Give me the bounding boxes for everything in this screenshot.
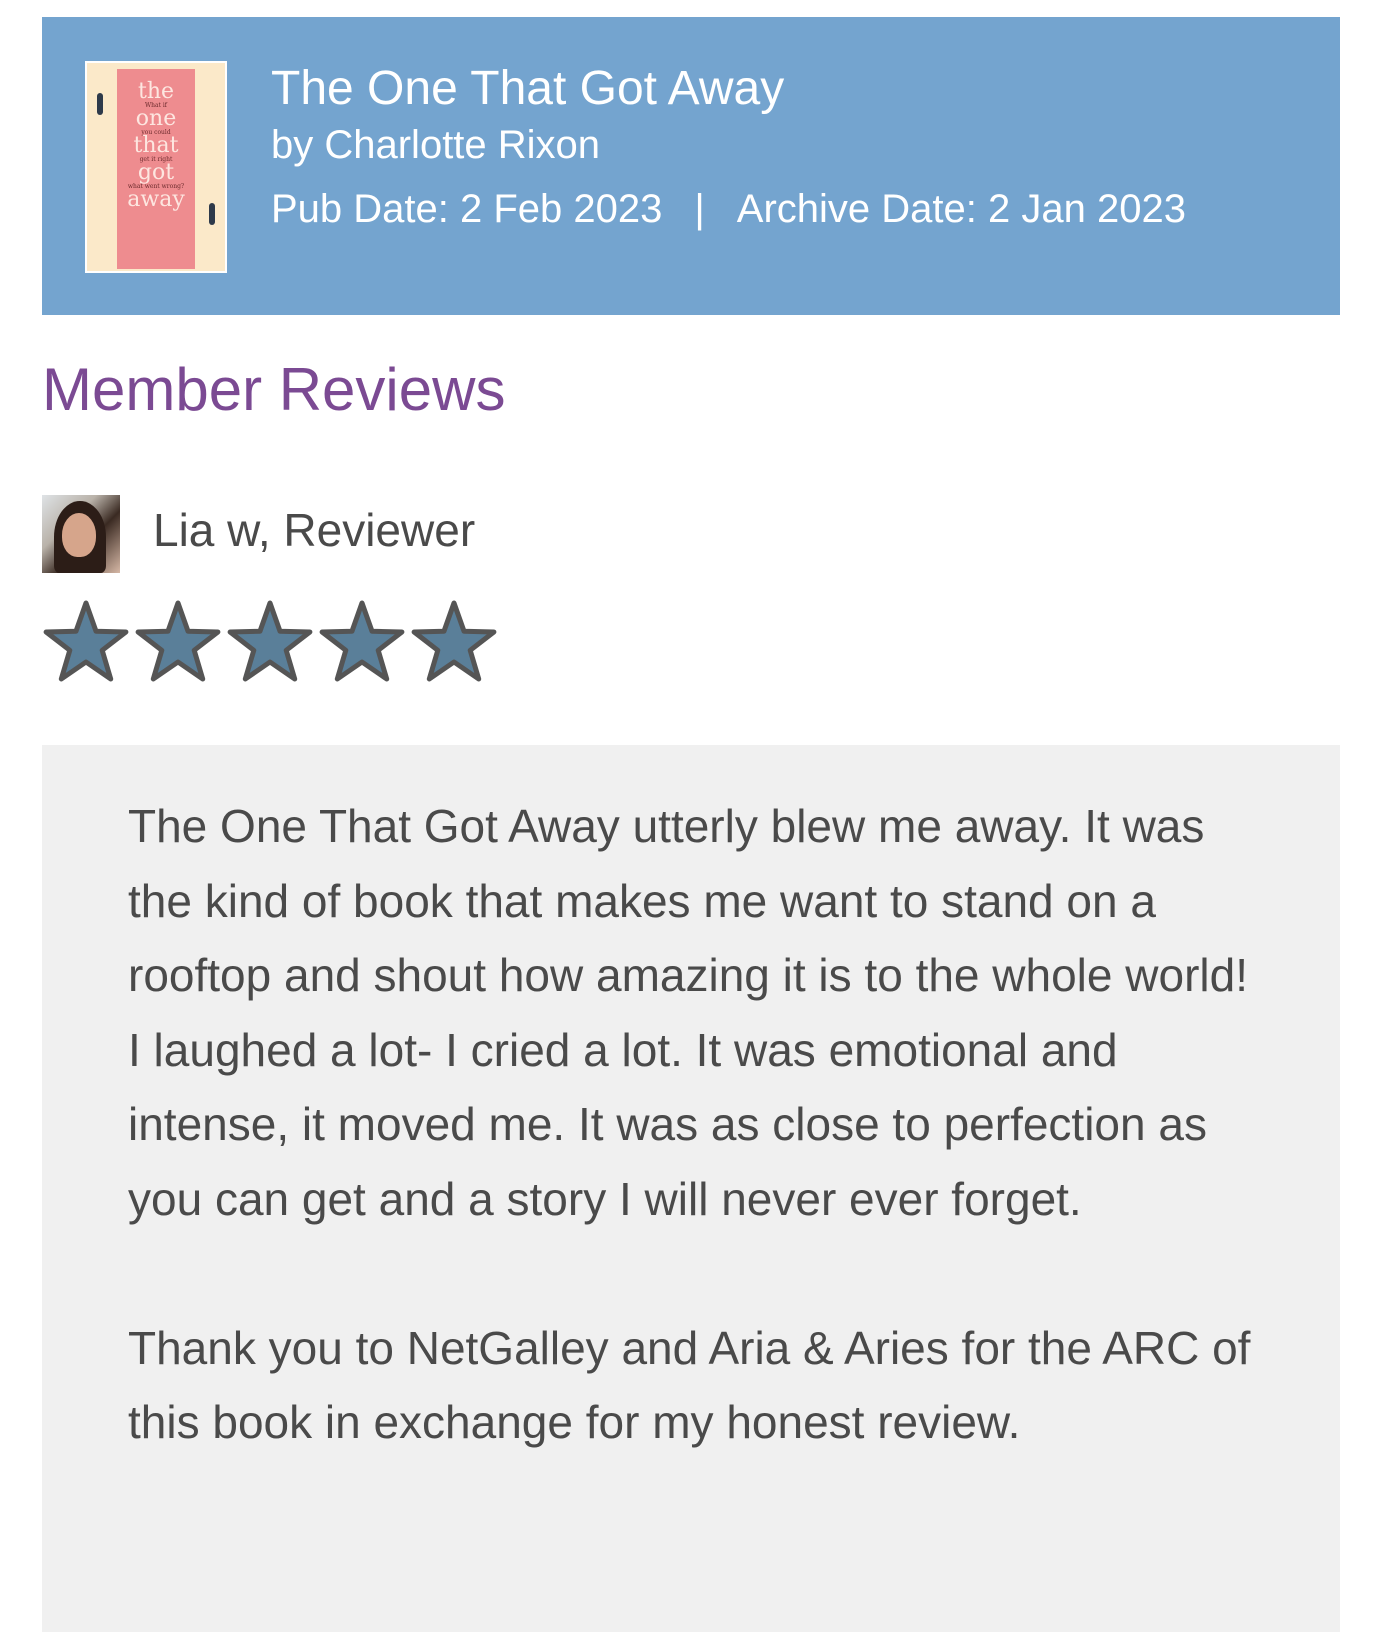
date-separator: | <box>694 187 705 231</box>
book-author: by Charlotte Rixon <box>271 123 601 167</box>
book-title[interactable]: The One That Got Away <box>271 61 784 116</box>
book-header: the What if one you could that get it ri… <box>42 17 1340 315</box>
star-shape <box>135 600 221 682</box>
star-icon <box>224 597 316 687</box>
pub-date: Pub Date: 2 Feb 2023 <box>271 187 663 231</box>
reviewer-name[interactable]: Lia w, Reviewer <box>153 503 475 557</box>
review-text: The One That Got Away utterly blew me aw… <box>128 789 1258 1460</box>
cover-figure-icon <box>97 93 103 115</box>
reviewer-avatar[interactable] <box>42 495 120 573</box>
book-cover-image[interactable]: the What if one you could that get it ri… <box>85 61 227 273</box>
star-shape <box>319 600 405 682</box>
star-icon <box>40 597 132 687</box>
cover-word: the <box>137 79 175 104</box>
page: the What if one you could that get it ri… <box>0 0 1382 1632</box>
review-box: The One That Got Away utterly blew me aw… <box>42 745 1340 1632</box>
avatar-face <box>62 513 96 557</box>
star-shape <box>43 600 129 682</box>
archive-date: Archive Date: 2 Jan 2023 <box>736 187 1186 231</box>
cover-figure-icon <box>209 203 215 225</box>
star-icon <box>316 597 408 687</box>
cover-strip: the What if one you could that get it ri… <box>117 69 195 269</box>
section-title: Member Reviews <box>42 356 506 423</box>
cover-word: got <box>137 160 175 185</box>
cover-word: away <box>127 187 185 212</box>
star-shape <box>227 600 313 682</box>
cover-word: one <box>135 106 177 131</box>
review-paragraph: The One That Got Away utterly blew me aw… <box>128 800 1248 1225</box>
star-rating <box>40 597 500 687</box>
star-icon <box>408 597 500 687</box>
cover-word: that <box>133 133 179 158</box>
star-shape <box>411 600 497 682</box>
book-dates: Pub Date: 2 Feb 2023 | Archive Date: 2 Jan… <box>271 187 1186 232</box>
star-icon <box>132 597 224 687</box>
review-paragraph: Thank you to NetGalley and Aria & Aries … <box>128 1321 1251 1449</box>
